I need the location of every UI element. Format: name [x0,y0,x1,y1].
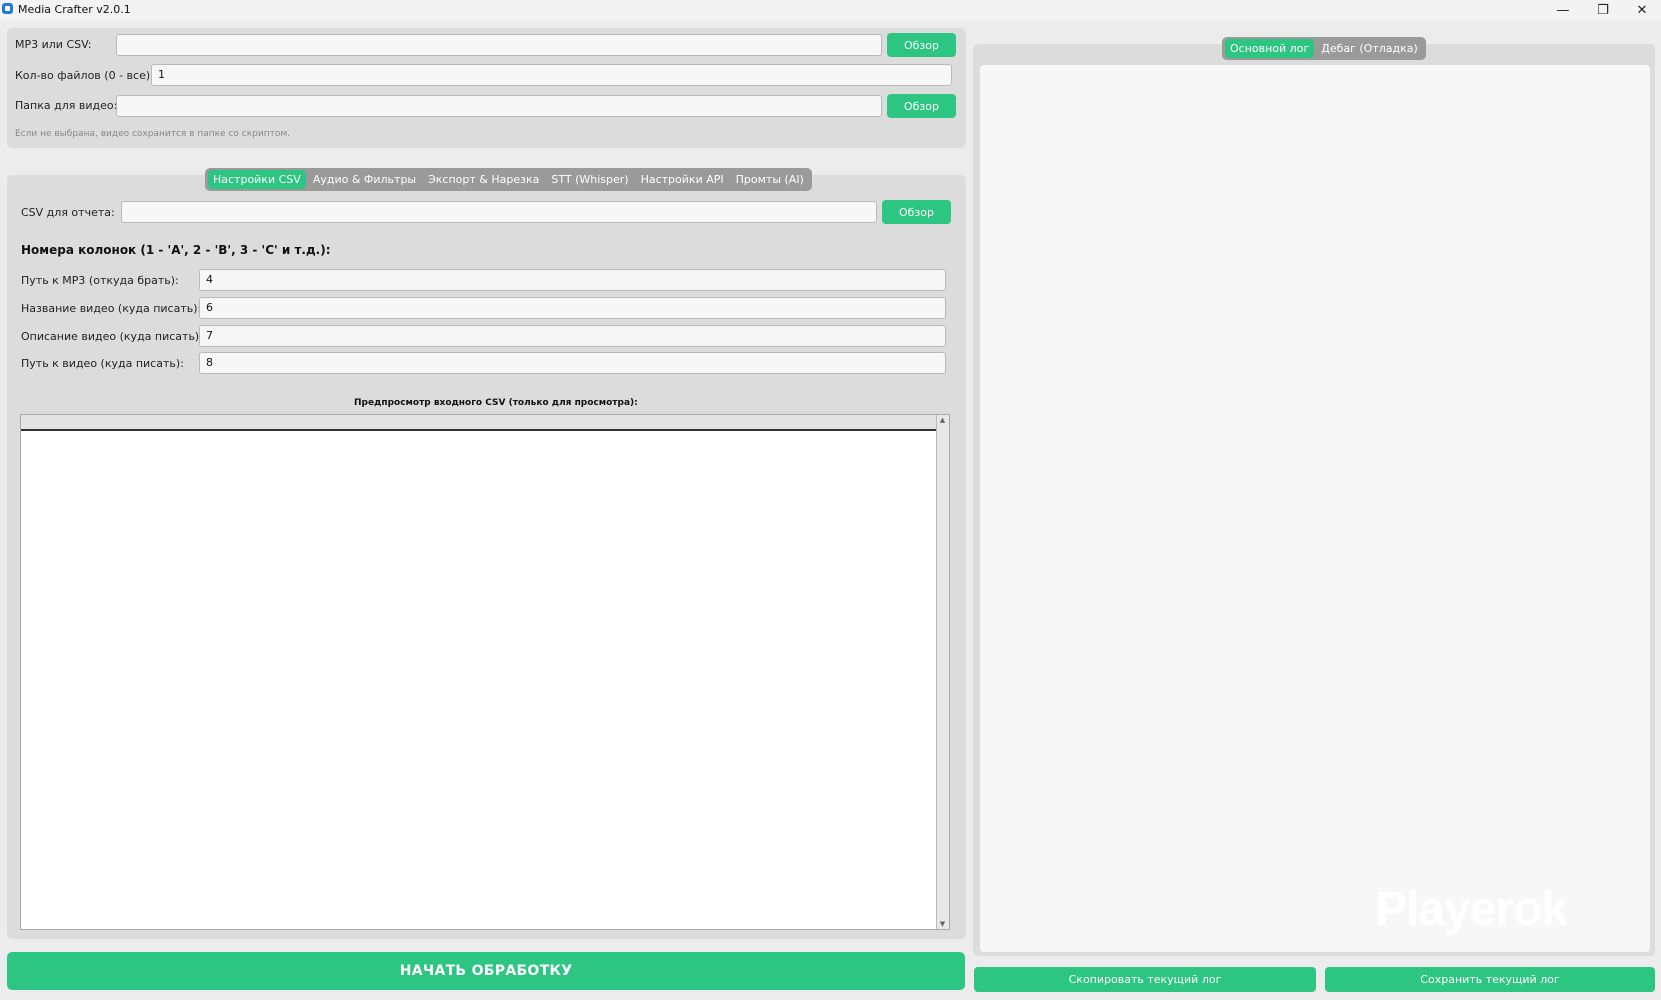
folder-browse-button[interactable]: Обзор [887,94,956,118]
tab-debug-log[interactable]: Дебаг (Отладка) [1316,39,1423,58]
table-header [21,415,937,431]
field-input-video-path[interactable]: 8 [199,352,946,374]
close-button[interactable]: ✕ [1622,0,1661,20]
columns-heading: Номера колонок (1 - 'A', 2 - 'B', 3 - 'C… [21,243,331,257]
field-label-video-description: Описание видео (куда писать): [21,330,203,343]
title-bar: Media Crafter v2.0.1 — ❐ ✕ [0,0,1661,20]
report-csv-input[interactable] [121,201,877,223]
tab-csv-settings[interactable]: Настройки CSV [208,170,306,189]
mp3-browse-button[interactable]: Обзор [887,33,956,57]
count-label: Кол-во файлов (0 - все): [15,69,154,82]
report-csv-label: CSV для отчета: [21,206,115,219]
copy-log-button[interactable]: Скопировать текущий лог [974,967,1316,992]
watermark-logo: Playerok [1375,883,1568,936]
table-scrollbar[interactable]: ▲ ▼ [936,415,949,929]
tab-export-cutting[interactable]: Экспорт & Нарезка [423,170,544,189]
log-tabs: Основной лог Дебаг (Отладка) [1222,37,1426,60]
maximize-button[interactable]: ❐ [1583,0,1623,20]
tab-stt-whisper[interactable]: STT (Whisper) [546,170,633,189]
folder-input[interactable] [116,95,882,117]
settings-tabs: Настройки CSV Аудио & Фильтры Экспорт & … [205,168,812,191]
minimize-button[interactable]: — [1543,0,1583,20]
report-csv-browse-button[interactable]: Обзор [882,200,951,224]
tab-prompts-ai[interactable]: Промты (AI) [731,170,809,189]
log-output[interactable] [980,65,1650,952]
scroll-down-icon[interactable]: ▼ [937,919,948,929]
preview-title: Предпросмотр входного CSV (только для пр… [354,398,638,408]
folder-label: Папка для видео: [15,99,118,112]
start-processing-button[interactable]: НАЧАТЬ ОБРАБОТКУ [7,952,965,990]
field-label-video-path: Путь к видео (куда писать): [21,357,184,370]
csv-preview-table[interactable]: ▲ ▼ [20,414,950,930]
tab-main-log[interactable]: Основной лог [1225,39,1315,58]
mp3-label: MP3 или CSV: [15,38,92,51]
field-input-mp3-path[interactable]: 4 [199,269,946,291]
scroll-up-icon[interactable]: ▲ [937,415,948,425]
tab-audio-filters[interactable]: Аудио & Фильтры [308,170,421,189]
mp3-input[interactable] [116,34,882,56]
field-label-mp3-path: Путь к MP3 (откуда брать): [21,274,179,287]
app-icon [2,3,13,14]
field-label-video-title: Название видео (куда писать): [21,302,202,315]
count-input[interactable]: 1 [151,64,952,86]
field-input-video-title[interactable]: 6 [199,297,946,319]
field-input-video-description[interactable]: 7 [199,325,946,347]
window-title: Media Crafter v2.0.1 [18,3,131,16]
folder-hint: Если не выбрана, видео сохранится в папк… [15,129,291,139]
tab-api-settings[interactable]: Настройки API [636,170,729,189]
save-log-button[interactable]: Сохранить текущий лог [1325,967,1655,992]
